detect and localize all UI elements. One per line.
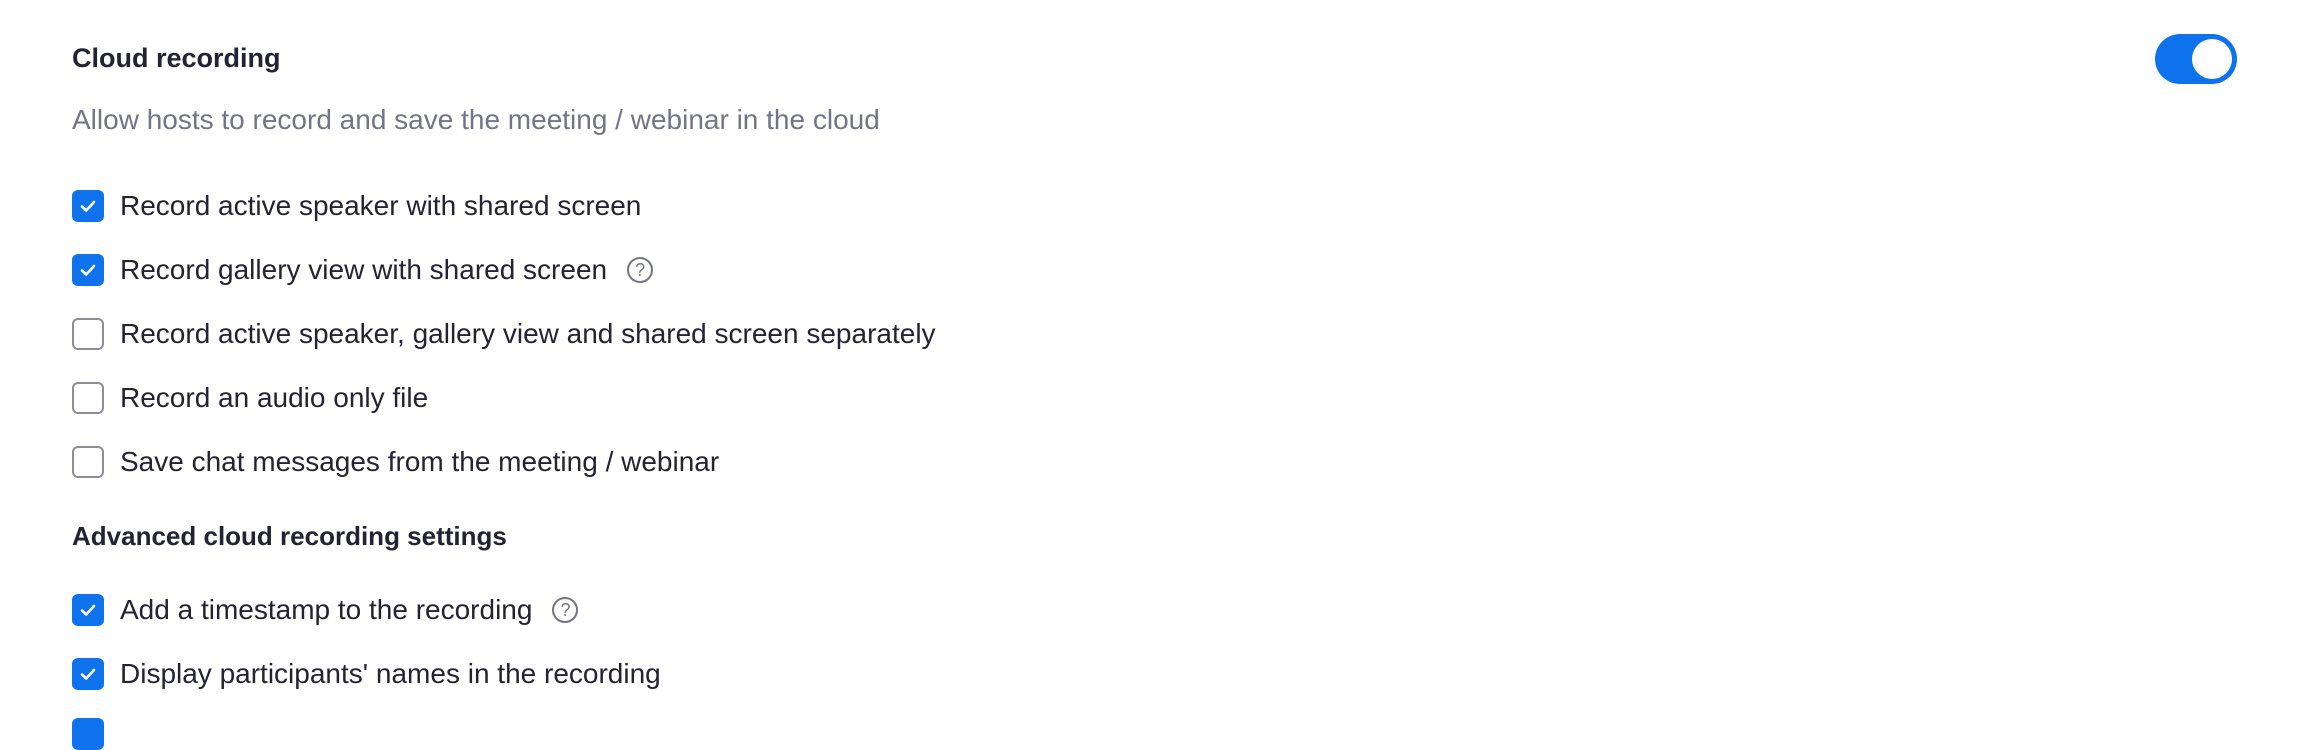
option-label: Add a timestamp to the recording: [120, 594, 533, 625]
option-record-gallery-view[interactable]: Record gallery view with shared screen ?: [72, 252, 654, 288]
checkbox[interactable]: [72, 190, 104, 222]
option-record-separately[interactable]: Record active speaker, gallery view and …: [72, 316, 936, 352]
checkbox-partial[interactable]: [72, 718, 104, 750]
checkmark-icon: [80, 604, 96, 616]
option-label: Record an audio only file: [120, 382, 429, 413]
checkbox[interactable]: [72, 594, 104, 626]
option-record-active-speaker[interactable]: Record active speaker with shared screen: [72, 188, 641, 224]
help-icon[interactable]: ?: [552, 597, 579, 623]
checkbox[interactable]: [72, 318, 104, 350]
option-save-chat[interactable]: Save chat messages from the meeting / we…: [72, 444, 719, 480]
option-add-timestamp[interactable]: Add a timestamp to the recording ?: [72, 592, 579, 628]
option-label: Save chat messages from the meeting / we…: [120, 446, 720, 477]
advanced-settings-heading: Advanced cloud recording settings: [72, 521, 507, 551]
option-audio-only[interactable]: Record an audio only file: [72, 380, 428, 416]
checkmark-icon: [80, 200, 96, 212]
option-display-names[interactable]: Display participants' names in the recor…: [72, 656, 661, 692]
cloud-recording-toggle[interactable]: [2155, 34, 2237, 84]
checkmark-icon: [80, 668, 96, 680]
toggle-knob: [2192, 39, 2232, 79]
section-title: Cloud recording: [72, 43, 281, 73]
cloud-recording-section: Cloud recording Allow hosts to record an…: [72, 0, 2252, 750]
option-label: Record gallery view with shared screen: [120, 254, 608, 285]
option-label: Record active speaker, gallery view and …: [120, 318, 936, 349]
checkbox[interactable]: [72, 446, 104, 478]
checkbox[interactable]: [72, 254, 104, 286]
option-label: Display participants' names in the recor…: [120, 658, 661, 689]
option-label: Record active speaker with shared screen: [120, 190, 642, 221]
section-description: Allow hosts to record and save the meeti…: [72, 104, 880, 135]
help-icon[interactable]: ?: [627, 257, 654, 283]
checkmark-icon: [80, 264, 96, 276]
checkbox[interactable]: [72, 658, 104, 690]
checkbox[interactable]: [72, 382, 104, 414]
